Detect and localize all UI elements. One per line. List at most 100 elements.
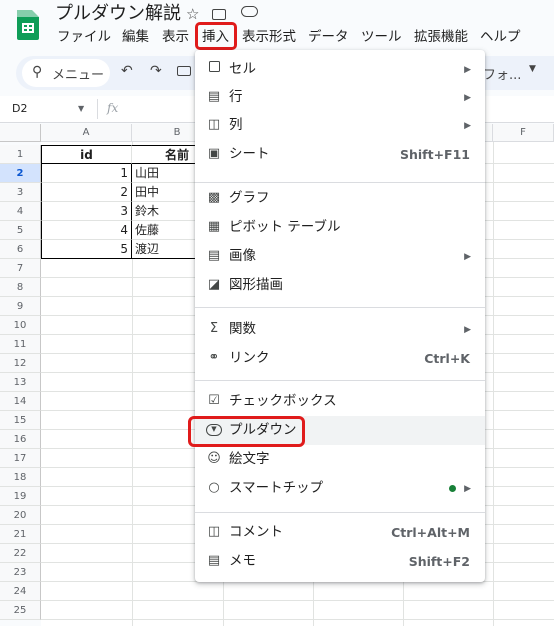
emoji-icon: ☺ [207, 451, 221, 466]
row-header[interactable]: 13 [0, 373, 41, 392]
star-icon[interactable]: ☆ [186, 5, 199, 23]
undo-icon[interactable]: ↶ [121, 63, 133, 79]
new-feature-dot-icon [449, 485, 456, 492]
select-all-corner[interactable] [0, 124, 41, 142]
column-header-a[interactable]: A [41, 124, 132, 142]
sigma-icon: Σ [209, 321, 219, 336]
rows-icon: ▤ [207, 89, 221, 104]
row-header[interactable]: 18 [0, 468, 41, 487]
search-icon: ⚲ [32, 64, 43, 80]
menu-help[interactable]: ヘルプ [480, 28, 521, 46]
menu-item-chart[interactable]: ▩ グラフ [195, 184, 485, 213]
row-header[interactable]: 7 [0, 259, 41, 278]
row-header[interactable]: 5 [0, 221, 41, 240]
menu-item-shortcut: Shift+F11 [399, 147, 470, 162]
redo-icon[interactable]: ↷ [150, 63, 162, 79]
row-header[interactable]: 9 [0, 297, 41, 316]
square-icon [206, 61, 222, 77]
row-header[interactable]: 23 [0, 563, 41, 582]
menu-item-rows[interactable]: ▤ 行 ▶ [195, 83, 485, 112]
menu-item-label: 行 [229, 89, 243, 105]
menu-file[interactable]: ファイル [57, 28, 111, 46]
menu-item-square[interactable]: セル ▶ [195, 55, 485, 84]
menu-item-sigma[interactable]: Σ 関数 ▶ [195, 315, 485, 344]
print-icon[interactable] [177, 66, 191, 76]
menu-divider [195, 182, 485, 183]
pivot-icon: ▦ [207, 219, 221, 234]
menu-format[interactable]: 表示形式 [242, 28, 296, 46]
row-header[interactable]: 21 [0, 525, 41, 544]
note-icon: ▤ [207, 553, 221, 568]
row-header[interactable]: 14 [0, 392, 41, 411]
row-header[interactable]: 3 [0, 183, 41, 202]
menu-item-shortcut: Ctrl+Alt+M [391, 525, 470, 540]
menu-item-image[interactable]: ▤ 画像 ▶ [195, 242, 485, 271]
font-dropdown-icon[interactable]: ▼ [529, 64, 536, 74]
menu-item-label: チェックボックス [229, 393, 337, 409]
row-header[interactable]: 10 [0, 316, 41, 335]
menu-item-label: セル [229, 61, 256, 77]
row-header[interactable]: 24 [0, 582, 41, 601]
sheet-icon: ▣ [207, 146, 221, 161]
menu-view[interactable]: 表示 [162, 28, 189, 46]
row-header[interactable]: 20 [0, 506, 41, 525]
document-title[interactable]: プルダウン解説 [55, 2, 181, 26]
menu-item-label: 図形描画 [229, 277, 283, 293]
name-box-dropdown-icon[interactable]: ▼ [78, 104, 84, 113]
menu-item-label: シート [229, 146, 270, 162]
formula-divider [97, 99, 98, 119]
menu-item-checkbox[interactable]: ☑ チェックボックス [195, 387, 485, 416]
menu-item-label: スマートチップ [229, 480, 324, 496]
table-cell-id[interactable]: 1 [41, 164, 132, 183]
row-header[interactable]: 8 [0, 278, 41, 297]
sheets-logo-icon[interactable] [17, 10, 39, 40]
submenu-arrow-icon: ▶ [464, 252, 471, 262]
row-header[interactable]: 2 [0, 164, 41, 183]
row-header[interactable]: 17 [0, 449, 41, 468]
menu-item-shortcut: Shift+F2 [408, 554, 470, 569]
menu-item-drawing[interactable]: ◪ 図形描画 [195, 271, 485, 300]
table-header-id[interactable]: id [41, 145, 132, 164]
row-header[interactable]: 16 [0, 430, 41, 449]
submenu-arrow-icon: ▶ [464, 484, 471, 494]
table-cell-id[interactable]: 4 [41, 221, 132, 240]
menu-item-comment[interactable]: ◫ コメント Ctrl+Alt+M [195, 518, 485, 547]
grid-line [493, 142, 494, 626]
row-header[interactable]: 22 [0, 544, 41, 563]
menu-item-label: ピボット テーブル [229, 219, 341, 235]
menu-item-label: 絵文字 [229, 451, 270, 467]
row-header[interactable]: 11 [0, 335, 41, 354]
table-cell-id[interactable]: 3 [41, 202, 132, 221]
menu-extensions[interactable]: 拡張機能 [414, 28, 468, 46]
row-header[interactable]: 19 [0, 487, 41, 506]
menu-item-note[interactable]: ▤ メモ Shift+F2 [195, 547, 485, 576]
submenu-arrow-icon: ▶ [464, 93, 471, 103]
menu-item-columns[interactable]: ◫ 列 ▶ [195, 111, 485, 140]
name-box[interactable]: D2 [12, 102, 27, 115]
menu-item-link[interactable]: ⚭ リンク Ctrl+K [195, 344, 485, 373]
drawing-icon: ◪ [207, 277, 221, 292]
menu-edit[interactable]: 編集 [122, 28, 149, 46]
row-header[interactable]: 25 [0, 601, 41, 620]
checkbox-icon: ☑ [208, 393, 220, 408]
row-header[interactable]: 4 [0, 202, 41, 221]
menu-item-smart-chip[interactable]: ○ スマートチップ ▶ [195, 474, 485, 503]
menu-item-emoji[interactable]: ☺ 絵文字 [195, 445, 485, 474]
font-selector[interactable]: フォ... [483, 64, 521, 83]
column-header-f[interactable]: F [493, 124, 554, 142]
menu-item-sheet[interactable]: ▣ シート Shift+F11 [195, 140, 485, 169]
table-cell-id[interactable]: 5 [41, 240, 132, 259]
move-folder-icon[interactable] [212, 9, 226, 20]
row-header[interactable]: 1 [0, 145, 41, 164]
menu-item-label: 関数 [229, 321, 256, 337]
image-icon: ▤ [207, 248, 221, 263]
row-header[interactable]: 6 [0, 240, 41, 259]
link-icon: ⚭ [208, 350, 220, 365]
table-cell-id[interactable]: 2 [41, 183, 132, 202]
row-header[interactable]: 15 [0, 411, 41, 430]
menu-data[interactable]: データ [308, 28, 349, 46]
menu-item-pivot[interactable]: ▦ ピボット テーブル [195, 213, 485, 242]
row-header[interactable]: 12 [0, 354, 41, 373]
cloud-status-icon[interactable] [241, 6, 258, 17]
menu-tools[interactable]: ツール [361, 28, 402, 46]
